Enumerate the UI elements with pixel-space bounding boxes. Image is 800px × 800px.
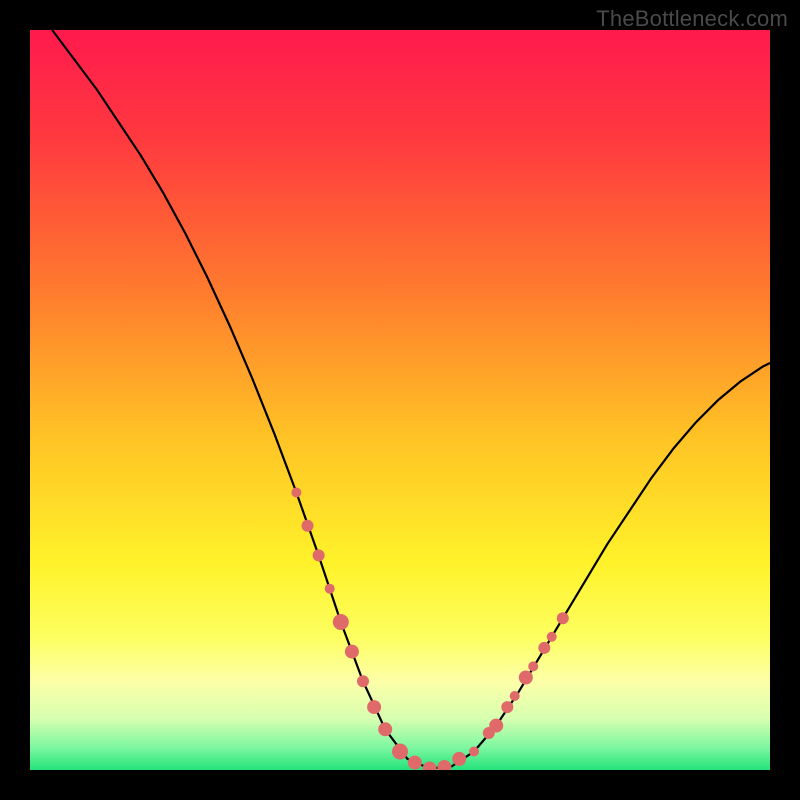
marker-point	[547, 632, 557, 642]
marker-point	[333, 614, 349, 630]
marker-point	[510, 691, 520, 701]
marker-point	[519, 671, 533, 685]
chart-background	[30, 30, 770, 770]
watermark-text: TheBottleneck.com	[596, 6, 788, 32]
marker-point	[408, 756, 422, 770]
chart-frame	[30, 30, 770, 770]
marker-point	[489, 719, 503, 733]
marker-point	[302, 520, 314, 532]
marker-point	[325, 584, 335, 594]
marker-point	[357, 675, 369, 687]
marker-point	[501, 701, 513, 713]
marker-point	[392, 744, 408, 760]
marker-point	[452, 752, 466, 766]
marker-point	[291, 488, 301, 498]
marker-point	[345, 645, 359, 659]
marker-point	[378, 722, 392, 736]
marker-point	[469, 747, 479, 757]
marker-point	[367, 700, 381, 714]
marker-point	[538, 642, 550, 654]
marker-point	[557, 612, 569, 624]
bottleneck-chart	[30, 30, 770, 770]
marker-point	[313, 549, 325, 561]
marker-point	[528, 661, 538, 671]
